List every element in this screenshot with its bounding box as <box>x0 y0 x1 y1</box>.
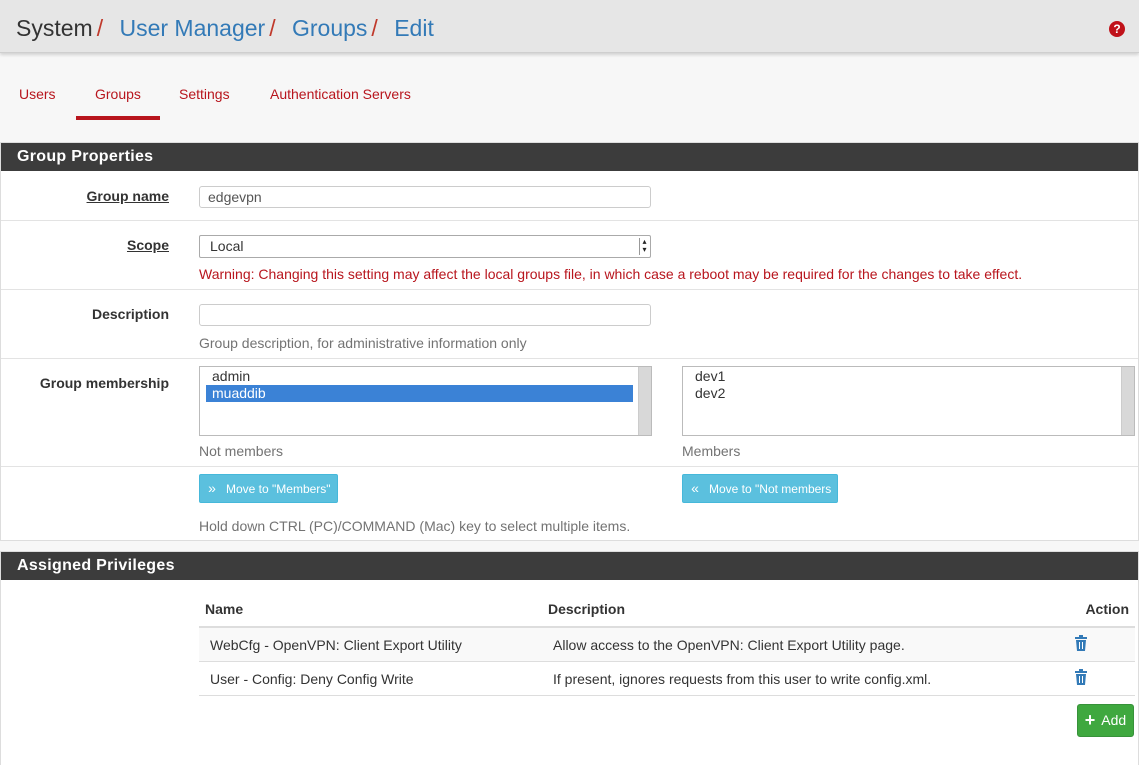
tab-groups[interactable]: Groups <box>76 86 160 120</box>
assigned-privileges-panel: Assigned Privileges Name Description Act… <box>0 551 1139 765</box>
table-row: WebCfg - OpenVPN: Client Export Utility … <box>199 627 1135 662</box>
double-chevron-left-icon: « <box>691 480 699 496</box>
move-to-not-members-label: Move to "Not members <box>709 482 832 496</box>
trash-icon[interactable] <box>1074 635 1090 651</box>
group-name-label: Group name <box>86 188 169 204</box>
breadcrumb-system: System <box>16 15 93 41</box>
group-name-input[interactable]: edgevpn <box>199 186 651 208</box>
column-header-action: Action <box>1054 592 1135 628</box>
table-header-row: Name Description Action <box>199 592 1135 628</box>
description-row: Description Group description, for admin… <box>1 290 1138 359</box>
scope-select-value: Local <box>210 238 244 254</box>
list-item[interactable]: dev2 <box>683 385 1116 402</box>
column-header-name: Name <box>199 592 542 628</box>
plus-icon: + <box>1084 710 1096 730</box>
tab-users[interactable]: Users <box>19 86 56 102</box>
description-input[interactable] <box>199 304 651 326</box>
help-circle-icon[interactable]: ? <box>1109 21 1125 37</box>
list-item-selected[interactable]: muaddib <box>206 385 633 402</box>
multi-select-help: Hold down CTRL (PC)/COMMAND (Mac) key to… <box>199 518 631 534</box>
list-item[interactable]: dev1 <box>683 368 1116 385</box>
move-to-members-label: Move to "Members" <box>226 482 331 496</box>
members-list[interactable]: dev1 dev2 <box>682 366 1135 436</box>
breadcrumb-edit[interactable]: Edit <box>394 15 434 41</box>
description-help: Group description, for administrative in… <box>199 335 527 351</box>
add-label: Add <box>1101 712 1127 728</box>
scope-warning: Warning: Changing this setting may affec… <box>199 266 1023 282</box>
page-header: System / User Manager / Groups / Edit ? <box>0 0 1139 53</box>
scrollbar[interactable] <box>1121 367 1134 435</box>
scrollbar[interactable] <box>638 367 651 435</box>
not-members-list[interactable]: admin muaddib <box>199 366 652 436</box>
privilege-name: WebCfg - OpenVPN: Client Export Utility <box>199 627 542 662</box>
scope-row: Scope Local ▴ ▾ Warning: Changing this se… <box>1 221 1138 290</box>
table-row: User - Config: Deny Config Write If pres… <box>199 661 1135 696</box>
move-to-members-button[interactable]: » Move to "Members" <box>199 474 338 503</box>
group-membership-label: Group membership <box>39 375 169 391</box>
privilege-description: Allow access to the OpenVPN: Client Expo… <box>542 627 1054 662</box>
tab-settings[interactable]: Settings <box>179 86 230 102</box>
move-to-not-members-button[interactable]: « Move to "Not members <box>682 474 839 503</box>
move-buttons-row: » Move to "Members" « Move to "Not members… <box>1 467 1138 542</box>
double-chevron-right-icon: » <box>208 480 216 496</box>
tab-authentication-servers[interactable]: Authentication Servers <box>270 86 411 102</box>
breadcrumb-user-manager[interactable]: User Manager <box>119 15 265 41</box>
group-membership-row: Group membership admin muaddib dev1 dev2… <box>1 359 1138 467</box>
trash-icon[interactable] <box>1074 669 1090 685</box>
privilege-name: User - Config: Deny Config Write <box>199 661 542 696</box>
group-properties-panel: Group Properties Group name edgevpn Scop… <box>0 142 1139 541</box>
group-name-row: Group name edgevpn <box>1 171 1138 221</box>
privileges-table: Name Description Action WebCfg - OpenVPN… <box>199 592 1135 696</box>
members-caption: Members <box>682 443 741 459</box>
select-arrows-icon: ▴ ▾ <box>639 238 649 255</box>
breadcrumb: System / User Manager / Groups / Edit <box>16 15 434 41</box>
group-properties-title: Group Properties <box>1 143 1138 171</box>
assigned-privileges-title: Assigned Privileges <box>1 552 1138 580</box>
list-item[interactable]: admin <box>200 368 633 385</box>
add-privilege-button[interactable]: + Add <box>1077 704 1134 737</box>
breadcrumb-groups[interactable]: Groups <box>292 15 367 41</box>
privilege-description: If present, ignores requests from this u… <box>542 661 1054 696</box>
column-header-description: Description <box>542 592 1054 628</box>
description-label: Description <box>91 306 169 322</box>
scope-select[interactable]: Local ▴ ▾ <box>199 235 651 258</box>
scope-label: Scope <box>126 237 169 253</box>
not-members-caption: Not members <box>199 443 284 459</box>
